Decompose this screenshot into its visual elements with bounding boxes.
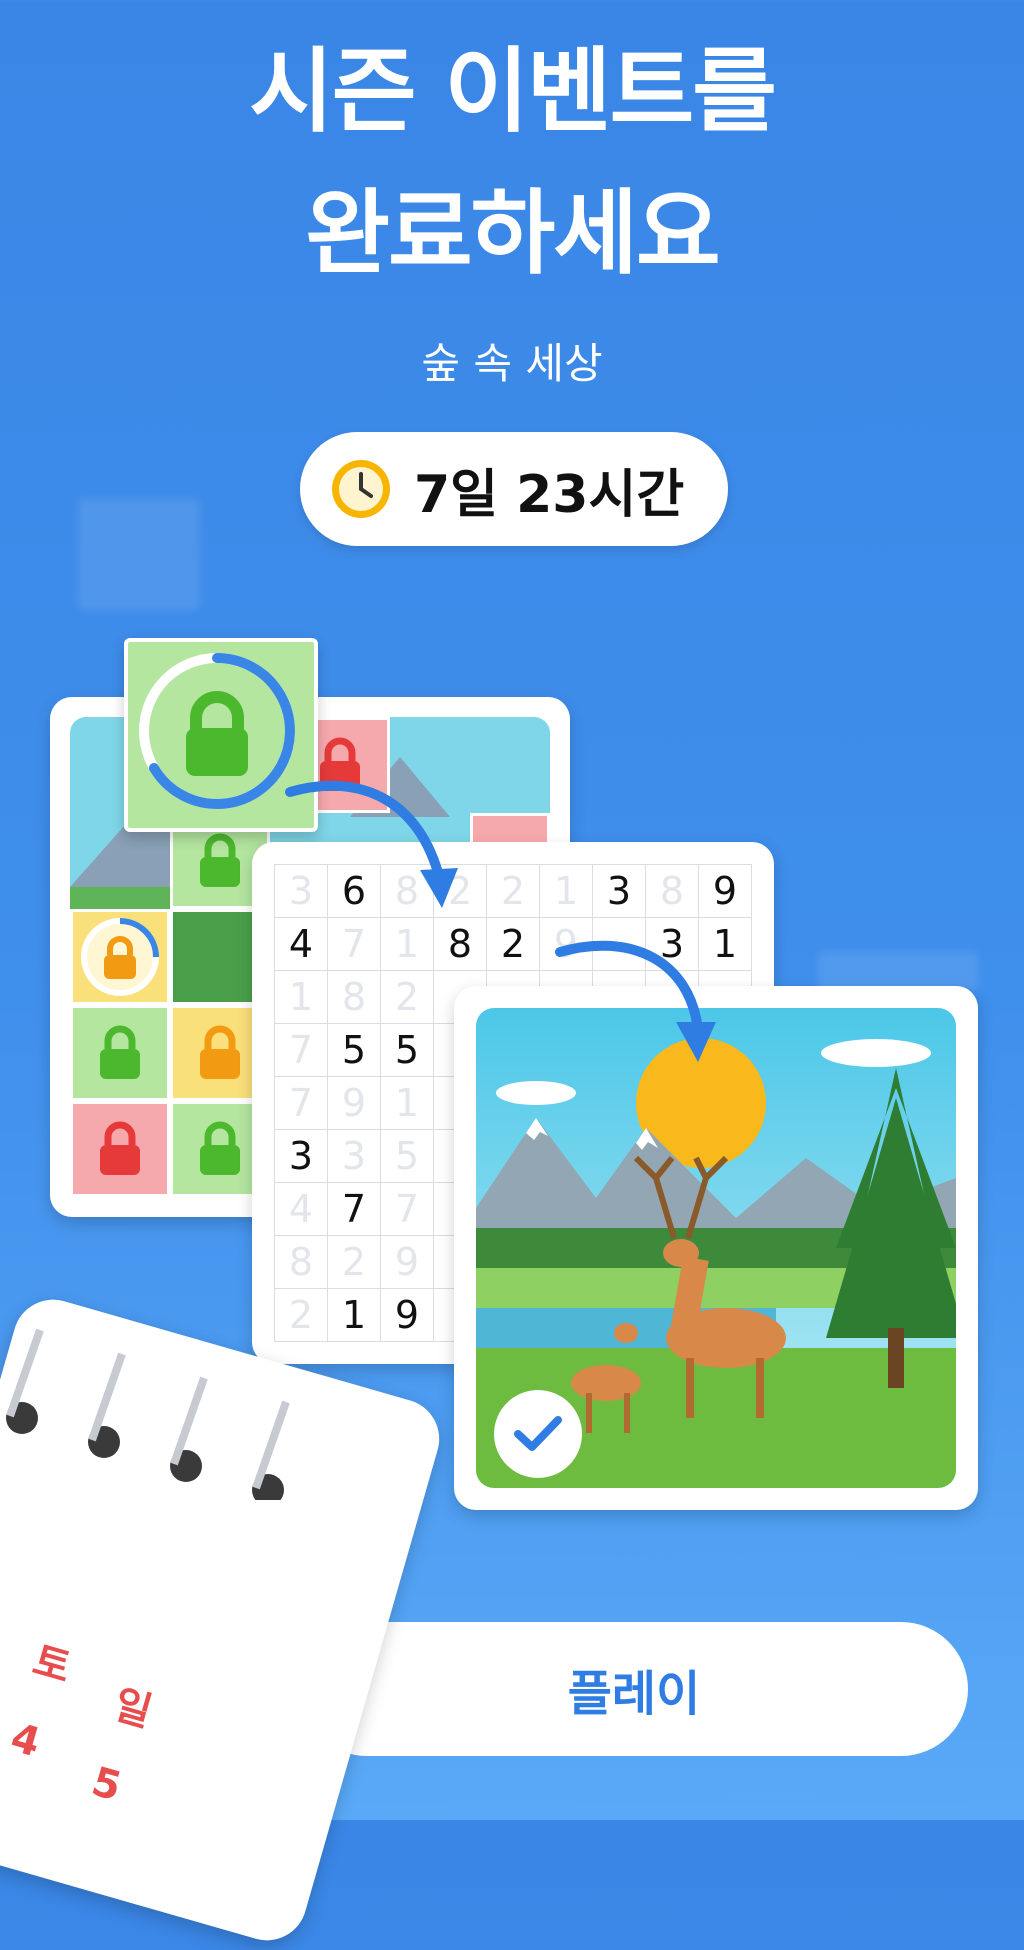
checkmark-icon bbox=[514, 1416, 562, 1451]
sudoku-cell[interactable]: 9 bbox=[698, 864, 752, 918]
sudoku-cell[interactable]: 8 bbox=[645, 864, 699, 918]
sudoku-cell[interactable]: 1 bbox=[380, 1076, 434, 1130]
sudoku-cell[interactable]: 7 bbox=[327, 1182, 381, 1236]
calendar-rings-icon bbox=[6, 1328, 290, 1500]
progress-ring-icon bbox=[81, 918, 159, 996]
completed-check-badge bbox=[494, 1390, 582, 1478]
sudoku-cell[interactable]: 2 bbox=[327, 1235, 381, 1289]
title-line-1: 시즌 이벤트를 bbox=[249, 38, 777, 145]
sudoku-cell[interactable]: 2 bbox=[380, 970, 434, 1024]
sudoku-cell[interactable]: 3 bbox=[327, 1129, 381, 1183]
sudoku-cell[interactable]: 4 bbox=[274, 917, 328, 971]
sudoku-cell[interactable]: 4 bbox=[274, 1182, 328, 1236]
tile-locked-green[interactable] bbox=[70, 1005, 170, 1101]
event-subtitle: 숲 속 세상 bbox=[421, 339, 603, 388]
calendar-day-sun: 일 bbox=[108, 1681, 157, 1737]
sudoku-cell[interactable]: 1 bbox=[380, 917, 434, 971]
sudoku-cell[interactable]: 9 bbox=[380, 1288, 434, 1342]
sudoku-cell[interactable]: 5 bbox=[327, 1023, 381, 1077]
title-line-2: 완료하세요 bbox=[305, 180, 720, 287]
calendar-day-sat: 토 bbox=[27, 1637, 76, 1693]
lock-icon bbox=[100, 1025, 140, 1079]
sudoku-cell[interactable]: 2 bbox=[486, 864, 540, 918]
timer-badge: 7일 23시간 bbox=[300, 432, 728, 546]
sudoku-cell[interactable]: 5 bbox=[380, 1129, 434, 1183]
lock-icon bbox=[200, 1121, 240, 1175]
clock-icon bbox=[332, 460, 390, 518]
sudoku-cell[interactable]: 8 bbox=[327, 970, 381, 1024]
sudoku-cell[interactable]: 2 bbox=[486, 917, 540, 971]
tile-in-progress-yellow[interactable] bbox=[70, 909, 170, 1005]
timer-label: 7일 23시간 bbox=[414, 464, 685, 525]
sudoku-cell[interactable]: 5 bbox=[380, 1023, 434, 1077]
arrow-icon bbox=[285, 780, 458, 908]
play-button[interactable]: 플레이 bbox=[300, 1622, 968, 1756]
sudoku-cell[interactable]: 7 bbox=[274, 1076, 328, 1130]
sudoku-cell[interactable]: 1 bbox=[539, 864, 593, 918]
sudoku-cell[interactable]: 3 bbox=[592, 864, 646, 918]
sudoku-cell[interactable]: 8 bbox=[274, 1235, 328, 1289]
calendar-date-4: 4 bbox=[5, 1714, 46, 1767]
sudoku-cell[interactable]: 9 bbox=[380, 1235, 434, 1289]
sudoku-cell[interactable]: 1 bbox=[274, 970, 328, 1024]
calendar-date-5: 5 bbox=[86, 1758, 127, 1811]
tile-locked-red[interactable] bbox=[70, 1101, 170, 1197]
lock-icon bbox=[200, 833, 240, 887]
lock-icon bbox=[100, 1121, 140, 1175]
sudoku-cell[interactable]: 7 bbox=[380, 1182, 434, 1236]
sudoku-cell[interactable]: 1 bbox=[327, 1288, 381, 1342]
sudoku-cell[interactable]: 7 bbox=[327, 917, 381, 971]
sudoku-cell[interactable]: 8 bbox=[433, 917, 487, 971]
sudoku-cell[interactable]: 3 bbox=[274, 1129, 328, 1183]
arrow-icon bbox=[555, 940, 716, 1062]
sudoku-cell[interactable]: 7 bbox=[274, 1023, 328, 1077]
decorative-square bbox=[78, 498, 200, 610]
lock-icon bbox=[200, 1025, 240, 1079]
sudoku-cell[interactable]: 9 bbox=[327, 1076, 381, 1130]
